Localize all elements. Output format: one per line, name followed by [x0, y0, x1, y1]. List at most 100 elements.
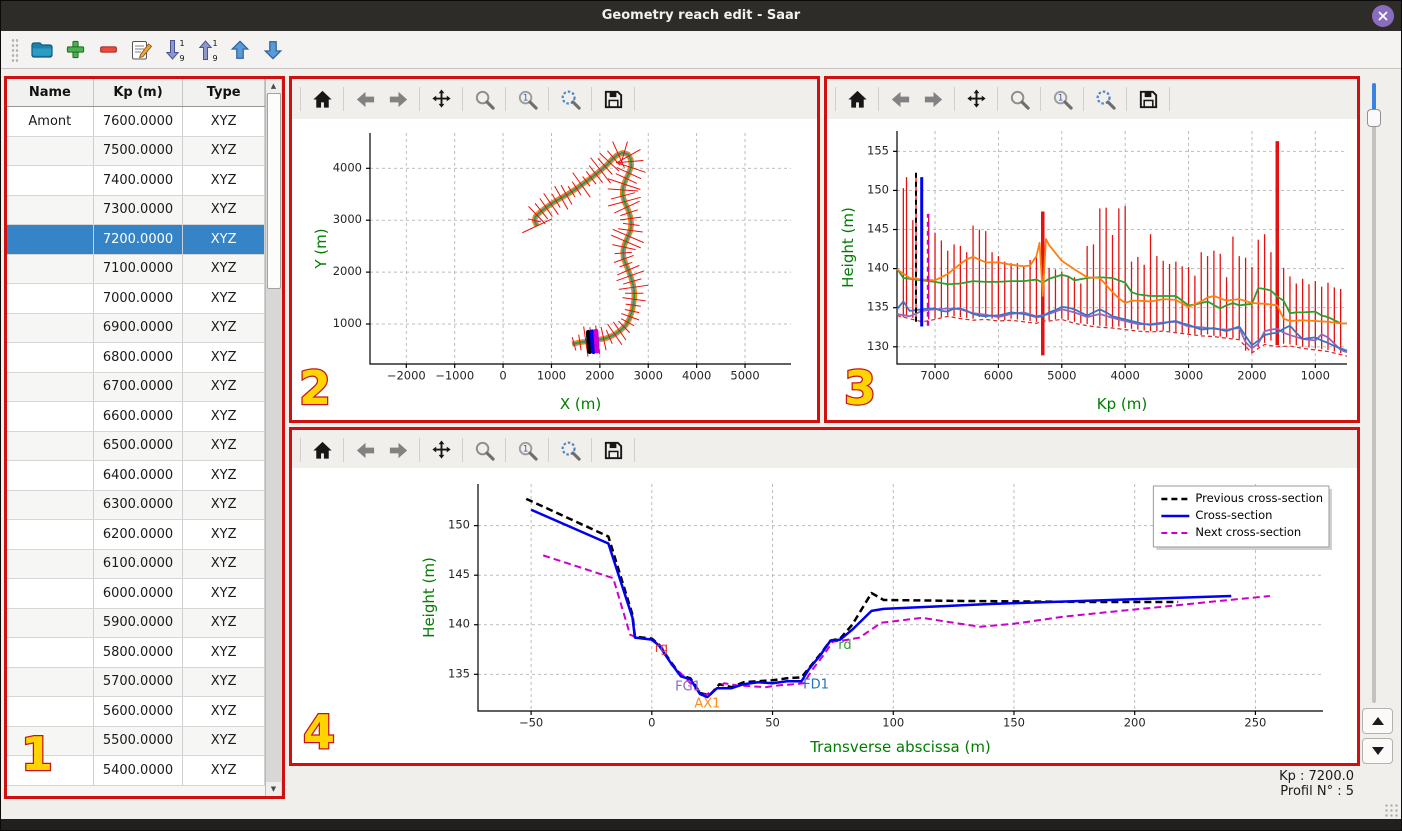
cell-type[interactable]: XYZ	[183, 372, 265, 401]
table-scrollbar[interactable]: ▲ ▼	[265, 79, 282, 796]
cell-type[interactable]: XYZ	[183, 756, 265, 785]
save-icon[interactable]	[1136, 87, 1160, 111]
cell-type[interactable]: XYZ	[183, 667, 265, 696]
back-icon[interactable]	[353, 438, 377, 462]
zoom-icon[interactable]	[1007, 87, 1031, 111]
cell-type[interactable]: XYZ	[183, 520, 265, 549]
cell-kp[interactable]: 6000.0000	[94, 579, 184, 608]
sort-descending-button[interactable]: 1 9	[159, 36, 189, 64]
slider-handle[interactable]	[1367, 109, 1381, 127]
table-row[interactable]: 6200.0000 XYZ	[7, 520, 265, 550]
table-row[interactable]: 5900.0000 XYZ	[7, 608, 265, 638]
zoom-one-icon[interactable]: 1	[515, 438, 539, 462]
home-icon[interactable]	[310, 87, 334, 111]
cell-name[interactable]	[7, 667, 94, 696]
column-header-type[interactable]: Type	[183, 79, 265, 106]
cell-kp[interactable]: 6800.0000	[94, 343, 184, 372]
forward-icon[interactable]	[921, 87, 945, 111]
zoom-one-icon[interactable]: 1	[1050, 87, 1074, 111]
profile-slider[interactable]	[1367, 83, 1381, 703]
cell-name[interactable]	[7, 313, 94, 342]
table-row[interactable]: 7400.0000 XYZ	[7, 166, 265, 196]
table-row[interactable]: 6300.0000 XYZ	[7, 490, 265, 520]
cell-type[interactable]: XYZ	[183, 225, 265, 254]
table-row[interactable]: 5600.0000 XYZ	[7, 697, 265, 727]
cell-name[interactable]	[7, 136, 94, 165]
scrollbar-down-icon[interactable]: ▼	[266, 782, 281, 796]
plan-view-chart[interactable]	[292, 119, 817, 420]
table-row[interactable]: 7200.0000 XYZ	[7, 225, 265, 255]
previous-profile-button[interactable]	[1362, 708, 1393, 734]
scrollbar-thumb[interactable]	[267, 93, 281, 289]
cell-kp[interactable]: 6200.0000	[94, 520, 184, 549]
pan-icon[interactable]	[964, 87, 988, 111]
slider-track[interactable]	[1372, 83, 1376, 703]
cell-type[interactable]: XYZ	[183, 608, 265, 637]
cell-kp[interactable]: 5400.0000	[94, 756, 184, 785]
column-header-kp[interactable]: Kp (m)	[94, 79, 184, 106]
cell-kp[interactable]: 5600.0000	[94, 697, 184, 726]
cell-kp[interactable]: 6500.0000	[94, 431, 184, 460]
table-row[interactable]: 6400.0000 XYZ	[7, 461, 265, 491]
cell-type[interactable]: XYZ	[183, 579, 265, 608]
cell-kp[interactable]: 7400.0000	[94, 166, 184, 195]
cell-kp[interactable]: 5800.0000	[94, 638, 184, 667]
cell-name[interactable]	[7, 520, 94, 549]
cell-name[interactable]	[7, 166, 94, 195]
cell-kp[interactable]: 6900.0000	[94, 313, 184, 342]
next-profile-button[interactable]	[1362, 738, 1393, 764]
zoom-icon[interactable]	[472, 87, 496, 111]
pan-icon[interactable]	[429, 438, 453, 462]
table-row[interactable]: 6900.0000 XYZ	[7, 313, 265, 343]
cell-name[interactable]	[7, 372, 94, 401]
cell-kp[interactable]: 6400.0000	[94, 461, 184, 490]
cross-section-chart[interactable]	[292, 468, 1357, 763]
cell-kp[interactable]: 5900.0000	[94, 608, 184, 637]
table-row[interactable]: 6600.0000 XYZ	[7, 402, 265, 432]
back-icon[interactable]	[353, 87, 377, 111]
cell-name[interactable]	[7, 608, 94, 637]
cell-name[interactable]: Amont	[7, 107, 94, 136]
save-icon[interactable]	[601, 438, 625, 462]
cell-type[interactable]: XYZ	[183, 638, 265, 667]
longitudinal-profile-chart[interactable]	[827, 119, 1357, 420]
cell-name[interactable]	[7, 549, 94, 578]
open-button[interactable]	[27, 36, 57, 64]
cell-type[interactable]: XYZ	[183, 343, 265, 372]
cell-kp[interactable]: 7100.0000	[94, 254, 184, 283]
move-down-button[interactable]	[258, 36, 288, 64]
zoom-icon[interactable]	[472, 438, 496, 462]
zoom-one-icon[interactable]: 1	[515, 87, 539, 111]
titlebar[interactable]: Geometry reach edit - Saar	[1, 1, 1401, 31]
home-icon[interactable]	[310, 438, 334, 462]
cell-name[interactable]	[7, 225, 94, 254]
edit-button[interactable]	[126, 36, 156, 64]
sort-ascending-button[interactable]: 1 9	[192, 36, 222, 64]
zoom-rect-icon[interactable]	[1093, 87, 1117, 111]
cell-name[interactable]	[7, 461, 94, 490]
pan-icon[interactable]	[429, 87, 453, 111]
cell-type[interactable]: XYZ	[183, 549, 265, 578]
cell-kp[interactable]: 6300.0000	[94, 490, 184, 519]
forward-icon[interactable]	[386, 87, 410, 111]
cell-name[interactable]	[7, 195, 94, 224]
cell-kp[interactable]: 6600.0000	[94, 402, 184, 431]
cell-type[interactable]: XYZ	[183, 254, 265, 283]
table-row[interactable]: 6700.0000 XYZ	[7, 372, 265, 402]
table-row[interactable]: 5800.0000 XYZ	[7, 638, 265, 668]
cell-type[interactable]: XYZ	[183, 726, 265, 755]
cell-kp[interactable]: 7600.0000	[94, 107, 184, 136]
move-up-button[interactable]	[225, 36, 255, 64]
cell-type[interactable]: XYZ	[183, 284, 265, 313]
table-row[interactable]: 6800.0000 XYZ	[7, 343, 265, 373]
cell-kp[interactable]: 5700.0000	[94, 667, 184, 696]
scrollbar-up-icon[interactable]: ▲	[266, 79, 281, 93]
cell-kp[interactable]: 7200.0000	[94, 225, 184, 254]
cell-name[interactable]	[7, 254, 94, 283]
cell-name[interactable]	[7, 638, 94, 667]
cell-type[interactable]: XYZ	[183, 136, 265, 165]
save-icon[interactable]	[601, 87, 625, 111]
cell-type[interactable]: XYZ	[183, 490, 265, 519]
add-button[interactable]	[60, 36, 90, 64]
cell-type[interactable]: XYZ	[183, 107, 265, 136]
